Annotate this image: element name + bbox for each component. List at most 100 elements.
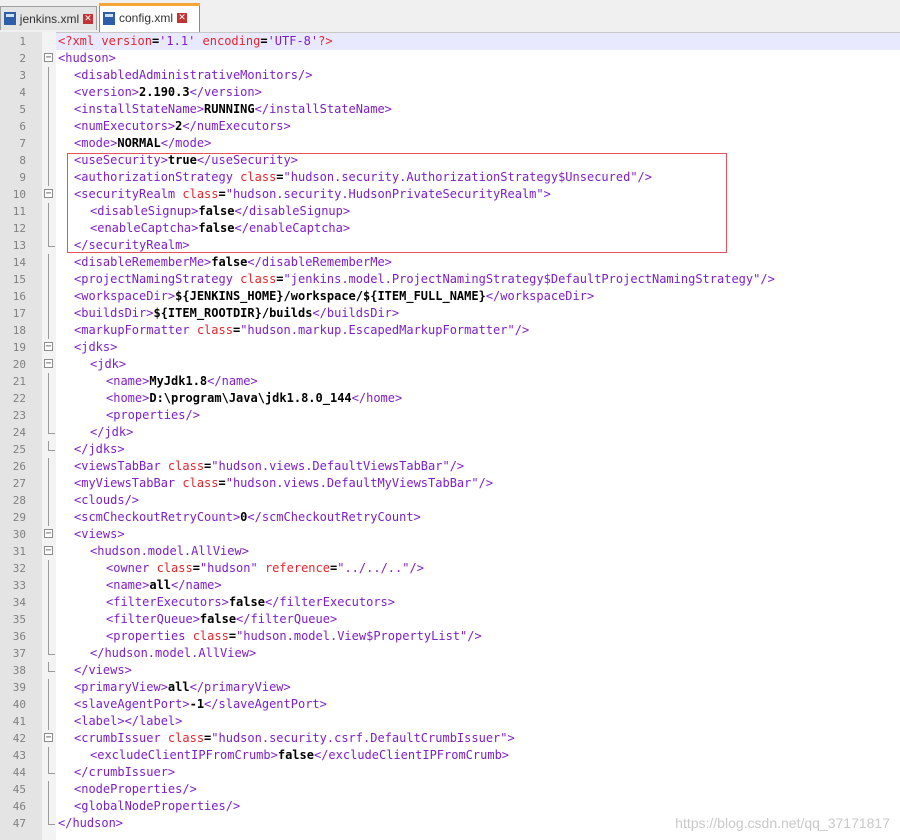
fold-collapse-icon[interactable]: − (44, 733, 53, 743)
token: <excludeClientIPFromCrumb> (90, 748, 278, 762)
tab-config-xml[interactable]: config.xml ✕ (99, 3, 200, 32)
code-line[interactable]: 33 <name>all</name> (0, 577, 900, 594)
token: <version> (74, 85, 140, 99)
code-line[interactable]: 3 <disabledAdministrativeMonitors/> (0, 67, 900, 84)
token: </mode> (160, 136, 212, 150)
code-line[interactable]: 28 <clouds/> (0, 492, 900, 509)
line-number: 40 (12, 698, 26, 711)
code-line[interactable]: 17 <buildsDir>${ITEM_ROOTDIR}/builds</bui… (0, 305, 900, 322)
code-line[interactable]: 44 </crumbIssuer> (0, 764, 900, 781)
tab-jenkins-xml[interactable]: jenkins.xml ✕ (0, 6, 97, 30)
token: class (167, 459, 205, 473)
fold-guide (48, 220, 49, 237)
code-text: <installStateName>RUNNING</installStateN… (74, 101, 392, 118)
line-number: 45 (12, 783, 26, 796)
code-line[interactable]: 35 <filterQueue>false</filterQueue> (0, 611, 900, 628)
code-line[interactable]: 32 <owner class="hudson" reference="../..… (0, 560, 900, 577)
token: <myViewsTabBar (74, 476, 183, 490)
file-icon (4, 12, 16, 25)
code-line[interactable]: 36 <properties class="hudson.model.View$P… (0, 628, 900, 645)
line-number: 5 (19, 103, 26, 116)
line-number: 4 (19, 86, 26, 99)
token: </disableRememberMe> (247, 255, 392, 269)
code-line[interactable]: 14 <disableRememberMe>false</disableRemem… (0, 254, 900, 271)
close-icon[interactable]: ✕ (83, 13, 93, 24)
fold-collapse-icon[interactable]: − (44, 53, 53, 63)
code-text: <disabledAdministrativeMonitors/> (74, 67, 312, 84)
code-line[interactable]: 38 </views> (0, 662, 900, 679)
fold-guide (48, 781, 49, 798)
code-line[interactable]: 25 </jdks> (0, 441, 900, 458)
code-line[interactable]: 20 − <jdk> (0, 356, 900, 373)
token: <views> (74, 527, 125, 541)
token: <viewsTabBar (74, 459, 168, 473)
tab-bar: jenkins.xml ✕ config.xml ✕ (0, 0, 900, 33)
token: </installStateName> (254, 102, 392, 116)
code-line[interactable]: 27 <myViewsTabBar class="hudson.views.Def… (0, 475, 900, 492)
fold-collapse-icon[interactable]: − (44, 359, 53, 369)
code-line[interactable]: 5 <installStateName>RUNNING</installState… (0, 101, 900, 118)
fold-guide (48, 594, 49, 611)
line-number: 30 (12, 528, 26, 541)
code-line[interactable]: 7 <mode>NORMAL</mode> (0, 135, 900, 152)
code-text: <version>2.190.3</version> (74, 84, 262, 101)
token: "jenkins.model.ProjectNamingStrategy$Def… (283, 272, 761, 286)
code-text: <name>all</name> (106, 577, 222, 594)
code-line[interactable]: 39 <primaryView>all</primaryView> (0, 679, 900, 696)
code-line[interactable]: 29 <scmCheckoutRetryCount>0</scmCheckoutR… (0, 509, 900, 526)
code-line[interactable]: 42 − <crumbIssuer class="hudson.security.c… (0, 730, 900, 747)
token: <nodeProperties/> (74, 782, 197, 796)
close-icon[interactable]: ✕ (177, 13, 188, 23)
code-line[interactable]: 4 <version>2.190.3</version> (0, 84, 900, 101)
code-line[interactable]: 46 <globalNodeProperties/> (0, 798, 900, 815)
fold-collapse-icon[interactable]: − (44, 529, 53, 539)
code-line[interactable]: 26 <viewsTabBar class="hudson.views.Defau… (0, 458, 900, 475)
code-line[interactable]: 19 − <jdks> (0, 339, 900, 356)
code-line[interactable]: 6 <numExecutors>2</numExecutors> (0, 118, 900, 135)
code-text: <nodeProperties/> (74, 781, 197, 798)
code-line[interactable]: 23 <properties/> (0, 407, 900, 424)
code-line[interactable]: 15 <projectNamingStrategy class="jenkins.… (0, 271, 900, 288)
code-line[interactable]: 41 <label></label> (0, 713, 900, 730)
fold-guide (48, 169, 49, 186)
code-line[interactable]: 37 </hudson.model.AllView> (0, 645, 900, 662)
fold-guide (48, 135, 49, 152)
code-line[interactable]: 18 <markupFormatter class="hudson.markup.… (0, 322, 900, 339)
line-number: 10 (12, 188, 26, 201)
line-number: 14 (12, 256, 26, 269)
line-number: 47 (12, 817, 26, 830)
fold-collapse-icon[interactable]: − (44, 189, 53, 199)
fold-guide (48, 628, 49, 645)
line-number: 39 (12, 681, 26, 694)
fold-collapse-icon[interactable]: − (44, 546, 53, 556)
code-line[interactable]: 22 <home>D:\program\Java\jdk1.8.0_144</ho… (0, 390, 900, 407)
code-line[interactable]: 21 <name>MyJdk1.8</name> (0, 373, 900, 390)
code-line[interactable]: 1 <?xml version='1.1' encoding='UTF-8'?> (0, 33, 900, 50)
token: = (276, 272, 284, 286)
token: /> (467, 629, 482, 643)
token: 2.190.3 (139, 85, 190, 99)
code-line[interactable]: 24 </jdk> (0, 424, 900, 441)
code-line[interactable]: 31 − <hudson.model.AllView> (0, 543, 900, 560)
code-line[interactable]: 43 <excludeClientIPFromCrumb>false</exclu… (0, 747, 900, 764)
line-number: 19 (12, 341, 26, 354)
code-line[interactable]: 45 <nodeProperties/> (0, 781, 900, 798)
token: <globalNodeProperties/> (74, 799, 241, 813)
code-line[interactable]: 2 − <hudson> (0, 50, 900, 67)
code-line[interactable]: 16 <workspaceDir>${JENKINS_HOME}/workspac… (0, 288, 900, 305)
token: <slaveAgentPort> (74, 697, 190, 711)
code-line[interactable]: 30 − <views> (0, 526, 900, 543)
fold-collapse-icon[interactable]: − (44, 342, 53, 352)
code-line[interactable]: 40 <slaveAgentPort>-1</slaveAgentPort> (0, 696, 900, 713)
token: ?> (318, 34, 333, 48)
token: <owner (106, 561, 157, 575)
token: <hudson.model.AllView> (90, 544, 249, 558)
code-line[interactable]: 34 <filterExecutors>false</filterExecutor… (0, 594, 900, 611)
token: -1 (189, 697, 205, 711)
code-text: <viewsTabBar class="hudson.views.Default… (74, 458, 464, 475)
fold-end-marker (48, 662, 55, 672)
token: false (277, 748, 314, 762)
code-text: <excludeClientIPFromCrumb>false</exclude… (90, 747, 509, 764)
fold-guide (48, 118, 49, 135)
code-text: <projectNamingStrategy class="jenkins.mo… (74, 271, 775, 288)
